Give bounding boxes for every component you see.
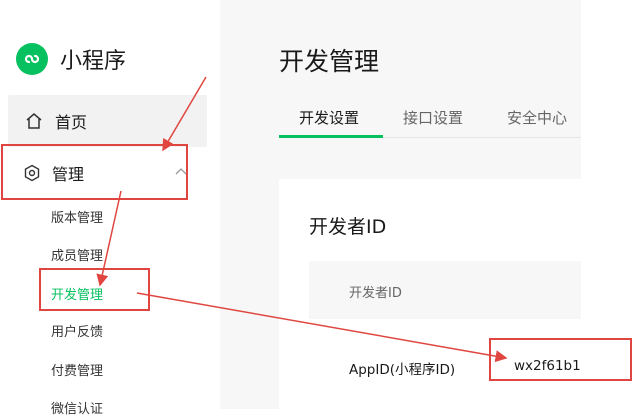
annotation-arrows — [96, 76, 508, 363]
annotation-arrow-2 — [96, 190, 122, 287]
annotation-arrow-1 — [162, 76, 207, 152]
annotation-arrow-3 — [136, 292, 508, 363]
